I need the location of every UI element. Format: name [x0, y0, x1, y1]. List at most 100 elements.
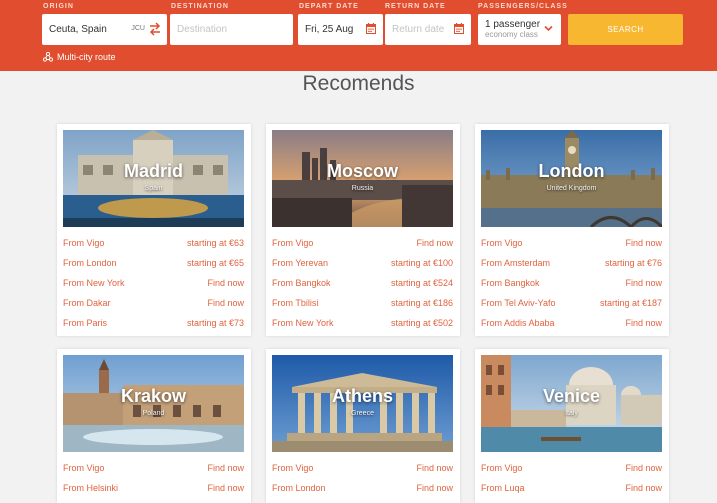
swap-icon[interactable]	[149, 22, 161, 36]
route-row[interactable]: From Dakar Find now	[63, 296, 244, 310]
route-price: starting at €76	[604, 258, 662, 268]
return-date-field[interactable]: Return date	[385, 14, 471, 45]
route-origin: From New York	[63, 278, 125, 288]
route-price: Find now	[625, 463, 662, 473]
route-row[interactable]: From New York Find now	[63, 276, 244, 290]
route-origin: From Addis Ababa	[481, 318, 555, 328]
route-row[interactable]: From Amsterdam starting at €76	[481, 256, 662, 270]
route-row[interactable]: From Vigo Find now	[63, 461, 244, 475]
route-price: Find now	[625, 278, 662, 288]
route-price: starting at €524	[390, 278, 453, 288]
route-row[interactable]: From Bangkok Find now	[481, 276, 662, 290]
city-name: Madrid	[123, 161, 183, 181]
route-origin: From Paris	[63, 318, 108, 328]
city-image[interactable]: Moscow Russia	[272, 130, 453, 227]
country-name: Spain	[144, 185, 163, 192]
return-date-placeholder: Return date	[392, 24, 445, 35]
route-row[interactable]: From Helsinki Find now	[63, 481, 244, 495]
route-origin: From London	[272, 483, 326, 493]
route-row[interactable]: From Vigo Find now	[272, 236, 453, 250]
route-row[interactable]: From Vigo Find now	[481, 461, 662, 475]
route-origin: From Helsinki	[63, 483, 119, 493]
multi-city-link[interactable]: Multi-city route	[43, 52, 116, 62]
route-row[interactable]: From Tbilisi starting at €186	[272, 296, 453, 310]
route-price: Find now	[207, 463, 244, 473]
route-price: Find now	[416, 463, 453, 473]
depart-date-value: Fri, 25 Aug	[305, 24, 354, 35]
route-origin: From Luqa	[481, 483, 525, 493]
city-name: Athens	[331, 386, 393, 406]
route-origin: From Amsterdam	[481, 258, 551, 268]
origin-label: ORIGIN	[43, 3, 74, 10]
route-row[interactable]: From Vigo Find now	[272, 461, 453, 475]
destination-card-venice: Venice Italy From Vigo Find now From Luqa…	[475, 349, 669, 503]
route-origin: From Bangkok	[481, 278, 540, 288]
route-origin: From London	[63, 258, 117, 268]
depart-date-label: DEPART DATE	[299, 3, 359, 10]
route-price: starting at €100	[390, 258, 453, 268]
route-row[interactable]: From Paris starting at €73	[63, 316, 244, 330]
route-row[interactable]: From Vigo starting at €63	[63, 236, 244, 250]
destination-field[interactable]: Destination	[170, 14, 293, 45]
destination-label: DESTINATION	[171, 3, 229, 10]
destination-card-krakow: Krakow Poland From Vigo Find now From Hel…	[57, 349, 251, 503]
route-origin: From Bangkok	[272, 278, 331, 288]
city-image[interactable]: Krakow Poland	[63, 355, 244, 452]
route-price: Find now	[625, 238, 662, 248]
route-price: starting at €186	[390, 298, 453, 308]
destination-placeholder: Destination	[177, 24, 228, 35]
destination-card-moscow: Moscow Russia From Vigo Find now From Yer…	[266, 124, 460, 336]
country-name: Poland	[142, 410, 165, 417]
city-name: London	[538, 161, 605, 181]
route-row[interactable]: From Yerevan starting at €100	[272, 256, 453, 270]
route-row[interactable]: From Tel Aviv-Yafo starting at €187	[481, 296, 662, 310]
passengers-class-label: PASSENGERS/CLASS	[478, 3, 568, 10]
route-price: starting at €65	[186, 258, 244, 268]
city-image[interactable]: London United Kingdom	[481, 130, 662, 227]
route-price: Find now	[625, 483, 662, 493]
route-price: Find now	[207, 483, 244, 493]
destination-card-madrid: Madrid Spain From Vigo starting at €63 Fr…	[57, 124, 251, 336]
search-header: ORIGIN DESTINATION DEPART DATE RETURN DA…	[0, 0, 717, 71]
route-price: Find now	[625, 318, 662, 328]
route-row[interactable]: From Addis Ababa Find now	[481, 316, 662, 330]
route-price: starting at €187	[599, 298, 662, 308]
cabin-class: economy class	[485, 30, 538, 39]
route-origin: From Vigo	[63, 463, 105, 473]
route-price: starting at €502	[390, 318, 453, 328]
city-image[interactable]: Athens Greece	[272, 355, 453, 452]
route-row[interactable]: From London Find now	[272, 481, 453, 495]
depart-date-field[interactable]: Fri, 25 Aug	[298, 14, 383, 45]
destination-card-athens: Athens Greece From Vigo Find now From Lon…	[266, 349, 460, 503]
route-price: starting at €63	[186, 238, 244, 248]
destination-card-london: London United Kingdom From Vigo Find now …	[475, 124, 669, 336]
section-title: Recomends	[302, 72, 415, 95]
multi-city-label: Multi-city route	[57, 52, 116, 62]
route-origin: From Vigo	[481, 463, 523, 473]
search-button[interactable]: SEARCH	[568, 14, 683, 45]
route-row[interactable]: From Vigo Find now	[481, 236, 662, 250]
route-row[interactable]: From New York starting at €502	[272, 316, 453, 330]
country-name: United Kingdom	[546, 185, 597, 192]
country-name: Russia	[351, 185, 374, 192]
route-origin: From Dakar	[63, 298, 111, 308]
country-name: Greece	[351, 410, 374, 417]
route-row[interactable]: From Bangkok starting at €524	[272, 276, 453, 290]
route-origin: From New York	[272, 318, 334, 328]
passenger-count: 1 passenger	[485, 19, 541, 30]
origin-value: Ceuta, Spain	[49, 24, 107, 35]
origin-code: JCU	[131, 25, 145, 32]
city-name: Moscow	[326, 161, 398, 181]
route-row[interactable]: From Luqa Find now	[481, 481, 662, 495]
calendar-icon	[454, 23, 464, 34]
chevron-down-icon	[544, 25, 553, 32]
city-image[interactable]: Madrid Spain	[63, 130, 244, 227]
route-price: Find now	[416, 483, 453, 493]
route-origin: From Vigo	[481, 238, 523, 248]
origin-field[interactable]: Ceuta, Spain JCU	[42, 14, 167, 45]
route-row[interactable]: From London starting at €65	[63, 256, 244, 270]
city-image[interactable]: Venice Italy	[481, 355, 662, 452]
route-origin: From Vigo	[272, 238, 314, 248]
calendar-icon	[366, 23, 376, 34]
passengers-class-select[interactable]: 1 passenger economy class	[478, 14, 561, 45]
